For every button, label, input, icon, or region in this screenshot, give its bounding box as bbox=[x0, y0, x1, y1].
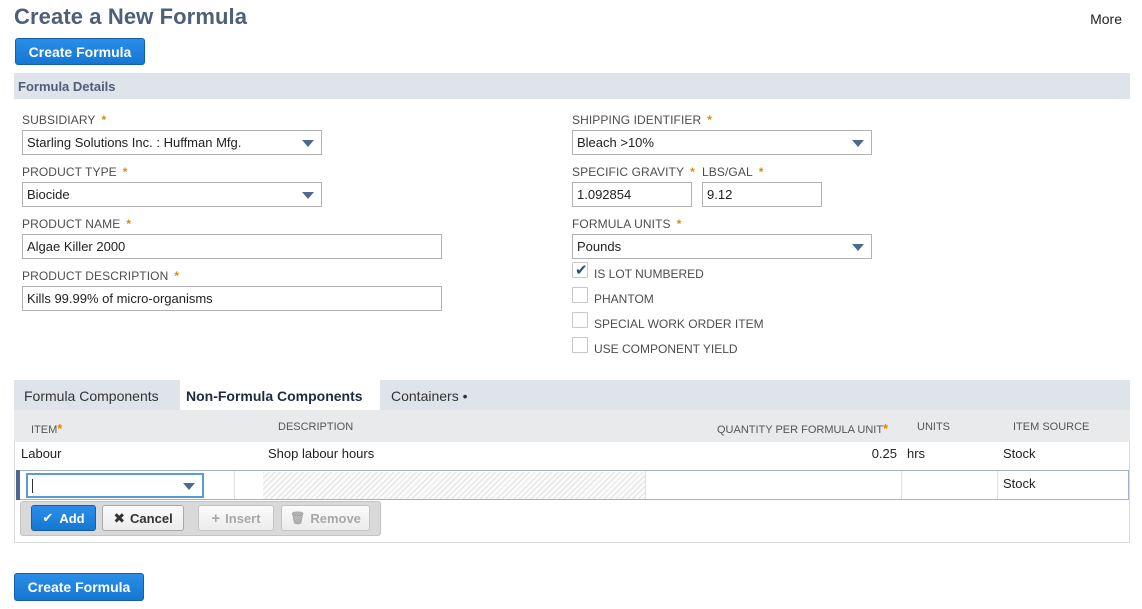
required-asterisk: * bbox=[676, 217, 682, 231]
cancel-row-button[interactable]: ✖ Cancel bbox=[102, 505, 184, 531]
row-item-cell: Labour bbox=[21, 446, 62, 461]
column-header-quantity[interactable]: QUANTITY PER FORMULA UNIT* bbox=[717, 421, 888, 436]
edit-row-indicator bbox=[16, 470, 20, 500]
column-divider bbox=[234, 471, 235, 499]
phantom-label: PHANTOM bbox=[594, 292, 654, 306]
column-header-item-source[interactable]: ITEM SOURCE bbox=[1013, 421, 1089, 433]
remove-row-button[interactable]: 🗑 Remove bbox=[281, 505, 370, 531]
product-description-input[interactable]: Kills 99.99% of micro-organisms bbox=[22, 286, 442, 311]
chevron-down-icon bbox=[183, 483, 195, 490]
subsidiary-label-text: SUBSIDIARY bbox=[22, 113, 96, 127]
product-description-label-text: PRODUCT DESCRIPTION bbox=[22, 269, 169, 283]
column-header-item[interactable]: ITEM* bbox=[31, 421, 62, 436]
product-type-label-text: PRODUCT TYPE bbox=[22, 165, 117, 179]
row-item-source-cell: Stock bbox=[1003, 446, 1036, 461]
insert-row-button-label: Insert bbox=[225, 510, 261, 526]
required-asterisk: * bbox=[122, 165, 128, 179]
product-name-label: PRODUCT NAME * bbox=[22, 217, 131, 231]
column-header-quantity-text: QUANTITY PER FORMULA UNIT bbox=[717, 424, 884, 436]
column-header-description[interactable]: DESCRIPTION bbox=[278, 421, 353, 433]
column-header-item-text: ITEM bbox=[31, 424, 58, 436]
page-title: Create a New Formula bbox=[14, 4, 248, 29]
shipping-identifier-label-text: SHIPPING IDENTIFIER bbox=[572, 113, 702, 127]
cancel-row-button-label: Cancel bbox=[130, 510, 173, 526]
use-component-yield-checkbox[interactable] bbox=[572, 337, 588, 353]
row-description-cell: Shop labour hours bbox=[268, 446, 375, 461]
column-divider bbox=[645, 471, 646, 499]
column-divider bbox=[901, 471, 902, 499]
new-item-select[interactable] bbox=[26, 473, 204, 498]
required-asterisk: * bbox=[126, 217, 132, 231]
trash-icon: 🗑 bbox=[290, 511, 306, 525]
plus-icon: + bbox=[211, 509, 221, 527]
specific-gravity-input[interactable]: 1.092854 bbox=[572, 182, 692, 207]
required-asterisk: * bbox=[707, 113, 713, 127]
add-row-button[interactable]: ✔ Add bbox=[31, 505, 96, 531]
phantom-checkbox[interactable] bbox=[572, 287, 588, 303]
required-asterisk: * bbox=[758, 165, 764, 179]
checkmark-icon: ✔ bbox=[575, 262, 588, 279]
tab-non-formula-components[interactable]: Non-Formula Components bbox=[186, 388, 363, 404]
required-asterisk: * bbox=[101, 113, 107, 127]
text-cursor bbox=[32, 479, 33, 493]
create-formula-button-bottom[interactable]: Create Formula bbox=[14, 573, 144, 601]
row-quantity-cell: 0.25 bbox=[871, 446, 897, 461]
lbs-gal-input[interactable]: 9.12 bbox=[702, 182, 822, 207]
column-divider bbox=[997, 471, 998, 499]
special-work-order-item-label: SPECIAL WORK ORDER ITEM bbox=[594, 317, 764, 331]
shipping-identifier-label: SHIPPING IDENTIFIER * bbox=[572, 113, 712, 127]
column-header-units[interactable]: UNITS bbox=[917, 421, 950, 433]
tab-containers-label: Containers bbox=[391, 388, 459, 404]
section-header-formula-details: Formula Details bbox=[14, 73, 1130, 99]
subsidiary-select[interactable]: Starling Solutions Inc. : Huffman Mfg. bbox=[22, 130, 322, 155]
chevron-down-icon bbox=[302, 192, 314, 199]
required-asterisk: * bbox=[883, 421, 889, 436]
required-asterisk: * bbox=[174, 269, 180, 283]
close-icon: ✖ bbox=[113, 509, 126, 526]
specific-gravity-label-text: SPECIFIC GRAVITY bbox=[572, 165, 685, 179]
shipping-identifier-value: Bleach >10% bbox=[577, 135, 654, 150]
row-units-cell: hrs bbox=[907, 446, 926, 461]
formula-units-label: FORMULA UNITS * bbox=[572, 217, 681, 231]
tab-containers-indicator: • bbox=[462, 388, 468, 404]
use-component-yield-label: USE COMPONENT YIELD bbox=[594, 342, 738, 356]
lbs-gal-label: LBS/GAL * bbox=[702, 165, 764, 179]
edit-row-item-source-cell: Stock bbox=[1003, 476, 1036, 491]
description-cell-disabled bbox=[263, 472, 645, 499]
grid-header-row bbox=[14, 410, 1130, 442]
formula-units-select[interactable]: Pounds bbox=[572, 234, 872, 259]
formula-units-label-text: FORMULA UNITS bbox=[572, 217, 671, 231]
chevron-down-icon bbox=[852, 140, 864, 147]
product-type-value: Biocide bbox=[27, 187, 70, 202]
create-formula-button-top[interactable]: Create Formula bbox=[15, 38, 145, 65]
product-name-input[interactable]: Algae Killer 2000 bbox=[22, 234, 442, 259]
is-lot-numbered-label: IS LOT NUMBERED bbox=[594, 267, 704, 281]
special-work-order-item-checkbox[interactable] bbox=[572, 312, 588, 328]
product-type-label: PRODUCT TYPE * bbox=[22, 165, 128, 179]
lbs-gal-label-text: LBS/GAL bbox=[702, 165, 753, 179]
product-type-select[interactable]: Biocide bbox=[22, 182, 322, 207]
subsidiary-value: Starling Solutions Inc. : Huffman Mfg. bbox=[27, 135, 242, 150]
required-asterisk: * bbox=[690, 165, 695, 179]
table-row[interactable] bbox=[15, 442, 1129, 470]
tab-formula-components[interactable]: Formula Components bbox=[24, 388, 159, 404]
add-row-button-label: Add bbox=[59, 510, 85, 526]
chevron-down-icon bbox=[302, 140, 314, 147]
chevron-down-icon bbox=[852, 244, 864, 251]
product-name-label-text: PRODUCT NAME bbox=[22, 217, 121, 231]
shipping-identifier-select[interactable]: Bleach >10% bbox=[572, 130, 872, 155]
checkmark-icon: ✔ bbox=[42, 510, 54, 525]
product-description-label: PRODUCT DESCRIPTION * bbox=[22, 269, 179, 283]
specific-gravity-label: SPECIFIC GRAVITY * bbox=[572, 165, 695, 179]
subsidiary-label: SUBSIDIARY * bbox=[22, 113, 106, 127]
formula-units-value: Pounds bbox=[577, 239, 622, 254]
more-menu-link[interactable]: More bbox=[1090, 11, 1122, 27]
is-lot-numbered-checkbox[interactable]: ✔ bbox=[572, 262, 588, 279]
remove-row-button-label: Remove bbox=[310, 510, 361, 526]
required-asterisk: * bbox=[57, 421, 63, 436]
tab-containers[interactable]: Containers • bbox=[391, 388, 468, 404]
insert-row-button[interactable]: + Insert bbox=[198, 505, 274, 531]
